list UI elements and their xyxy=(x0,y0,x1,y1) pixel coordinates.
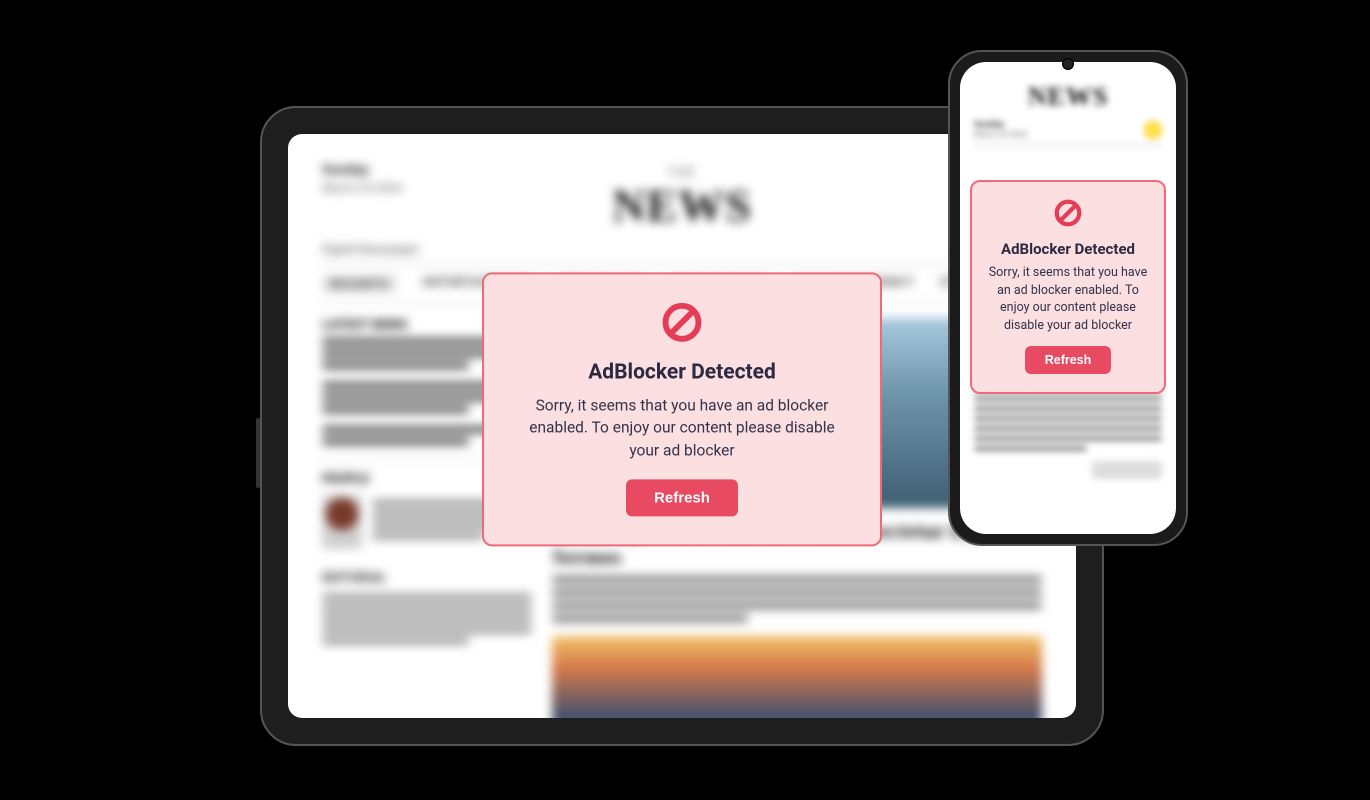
refresh-button[interactable]: Refresh xyxy=(1025,346,1112,374)
modal-description: Sorry, it seems that you have an ad bloc… xyxy=(986,264,1150,334)
masthead-title: NEWS xyxy=(322,179,1042,232)
adblocker-modal-phone: AdBlocker Detected Sorry, it seems that … xyxy=(970,180,1166,394)
modal-title: AdBlocker Detected xyxy=(986,240,1150,258)
phone-screen: NEWS Sunday March 24 2024 xyxy=(960,62,1176,534)
phone-camera-dot xyxy=(1062,58,1074,70)
phone-device-frame: NEWS Sunday March 24 2024 xyxy=(948,50,1188,546)
refresh-button[interactable]: Refresh xyxy=(626,480,738,517)
prohibit-icon xyxy=(986,198,1150,232)
adblocker-modal: AdBlocker Detected Sorry, it seems that … xyxy=(482,272,882,546)
masthead-title-phone: NEWS xyxy=(974,82,1162,112)
modal-title: AdBlocker Detected xyxy=(516,360,848,384)
prohibit-icon xyxy=(516,300,848,348)
modal-description: Sorry, it seems that you have an ad bloc… xyxy=(516,394,848,461)
